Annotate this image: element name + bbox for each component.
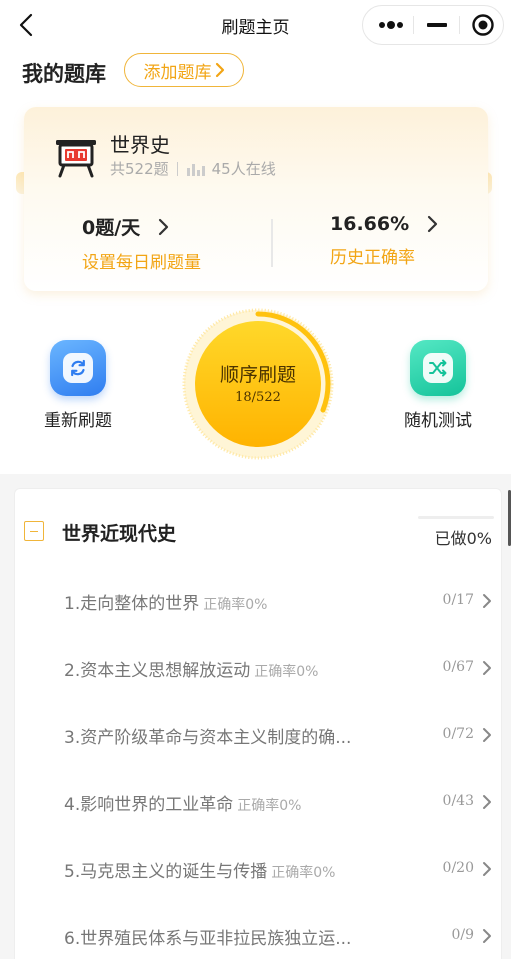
minimize-button[interactable] (417, 6, 457, 44)
chapter-title: 3.资产阶级革命与资本主义制度的确... (64, 728, 352, 748)
shuffle-icon-tile (410, 340, 466, 396)
chapter-count: 0/9 (451, 927, 474, 943)
chapter-row[interactable]: 5.马克思主义的诞生与传播 正确率0% 0/20 (64, 854, 494, 884)
online-count: 45人在线 (211, 160, 276, 178)
chevron-right-icon (428, 215, 438, 233)
chapter-accuracy: 正确率0% (254, 664, 319, 680)
minimize-icon (427, 23, 447, 27)
random-test-button[interactable]: 随机测试 (388, 340, 488, 431)
daily-goal-label: 设置每日刷题量 (82, 253, 201, 273)
question-total: 共522题 (110, 160, 169, 178)
chevron-right-icon (159, 218, 169, 235)
collapse-box-icon[interactable] (24, 521, 44, 541)
chapter-count: 0/67 (442, 659, 474, 675)
chapter-count: 0/72 (442, 726, 474, 742)
random-test-label: 随机测试 (404, 411, 472, 431)
more-dots-icon (379, 21, 403, 29)
library-title: 我的题库 (22, 62, 106, 86)
stat-divider (271, 219, 273, 267)
chapter-row[interactable]: 2.资本主义思想解放运动 正确率0% 0/67 (64, 653, 494, 683)
chevron-right-icon (483, 862, 491, 876)
add-library-button[interactable]: 添加题库 (124, 53, 244, 87)
refresh-icon (71, 359, 85, 377)
meta-divider (176, 161, 178, 176)
sequential-practice-button[interactable]: 顺序刷题 18/522 (182, 308, 334, 460)
chapter-title: 1.走向整体的世界 (64, 594, 200, 614)
capsule-divider (413, 16, 414, 34)
accuracy-value: 16.66% (330, 213, 410, 235)
book-name: 世界史 (110, 133, 170, 157)
sequential-count: 18/522 (235, 390, 281, 405)
refresh-icon-tile (50, 340, 106, 396)
chapter-title: 4.影响世界的工业革命 (64, 795, 234, 815)
chapter-count: 0/17 (442, 592, 474, 608)
chapter-accuracy: 正确率0% (271, 865, 336, 881)
add-library-label: 添加题库 (143, 62, 212, 83)
chevron-right-icon (483, 795, 491, 809)
chapter-title: 5.马克思主义的诞生与传播 (64, 862, 268, 882)
chapter-accuracy: 正确率0% (237, 798, 302, 814)
chapter-row[interactable]: 3.资产阶级革命与资本主义制度的确... 0/72 (64, 720, 494, 750)
chapter-title: 2.资本主义思想解放运动 (64, 661, 251, 681)
refresh-label: 重新刷题 (44, 411, 112, 431)
accuracy-stat[interactable]: 16.66% 历史正确率 (330, 213, 480, 268)
accuracy-label: 历史正确率 (330, 248, 415, 268)
shuffle-icon (429, 359, 447, 377)
chapter-count: 0/20 (442, 860, 474, 876)
chapter-row[interactable]: 6.世界殖民体系与亚非拉民族独立运... 0/9 (64, 921, 494, 951)
mini-program-capsule (362, 5, 504, 45)
chapter-count: 0/43 (442, 793, 474, 809)
close-button[interactable] (463, 6, 503, 44)
more-button[interactable] (371, 6, 411, 44)
chapter-title: 6.世界殖民体系与亚非拉民族独立运... (64, 929, 352, 949)
section-progress-text: 已做0% (434, 529, 492, 548)
section-title: 世界近现代史 (62, 523, 177, 545)
chapter-accuracy: 正确率0% (203, 597, 268, 613)
daily-goal-value: 0题/天 (82, 217, 141, 239)
daily-goal-stat[interactable]: 0题/天 设置每日刷题量 (82, 213, 262, 273)
target-close-icon (472, 14, 494, 36)
book-meta: 共522题 45人在线 (110, 158, 276, 179)
section-header[interactable]: 世界近现代史 已做0% (24, 516, 500, 548)
chevron-right-icon (215, 62, 224, 78)
navbar: 刷题主页 (0, 0, 511, 50)
capsule-divider (459, 16, 460, 34)
chevron-right-icon (483, 929, 491, 943)
sequential-label: 顺序刷题 (219, 364, 296, 386)
chevron-right-icon (483, 661, 491, 675)
chevron-right-icon (483, 728, 491, 742)
refresh-button[interactable]: 重新刷题 (30, 340, 126, 431)
book-cart-icon (56, 140, 96, 178)
chapter-row[interactable]: 1.走向整体的世界 正确率0% 0/17 (64, 586, 494, 616)
chapter-row[interactable]: 4.影响世界的工业革命 正确率0% 0/43 (64, 787, 494, 817)
signal-bars-icon (186, 163, 205, 176)
section-progress-track (418, 516, 494, 519)
chevron-right-icon (483, 594, 491, 608)
